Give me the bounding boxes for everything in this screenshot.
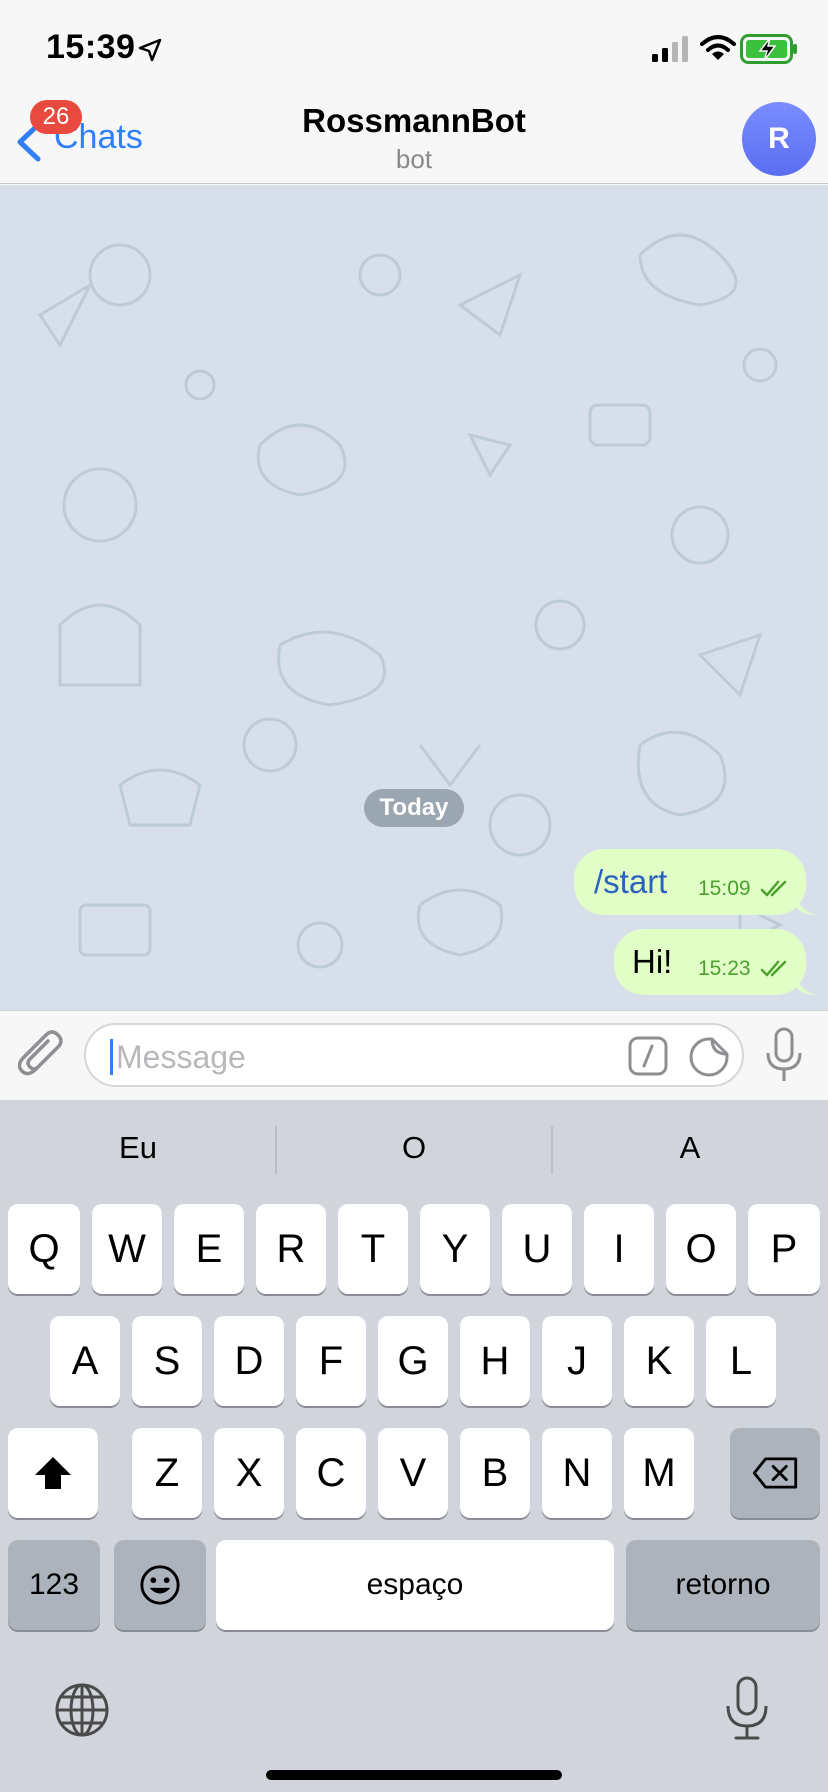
key-w[interactable]: W [92,1204,162,1294]
globe-keyboard-switch-icon[interactable] [54,1682,110,1738]
voice-record-microphone-icon[interactable] [764,1027,804,1083]
key-x[interactable]: X [214,1428,284,1518]
key-h[interactable]: H [460,1316,530,1406]
key-o[interactable]: O [666,1204,736,1294]
status-bar: 15:39 [0,0,828,92]
outgoing-message[interactable]: Hi! 15:23 [614,929,806,995]
return-key[interactable]: retorno [626,1540,820,1630]
predictive-suggestions-bar: Eu O A [0,1100,828,1200]
sticker-icon[interactable] [688,1036,730,1078]
message-list[interactable]: Today /start 15:09 Hi! 15:23 [0,185,828,1010]
home-indicator[interactable] [266,1770,562,1780]
suggestion-2[interactable]: O [276,1130,552,1166]
key-n[interactable]: N [542,1428,612,1518]
key-z[interactable]: Z [132,1428,202,1518]
key-r[interactable]: R [256,1204,326,1294]
attachment-paperclip-icon[interactable] [18,1029,66,1081]
key-d[interactable]: D [214,1316,284,1406]
suggestion-1[interactable]: Eu [0,1130,276,1166]
backspace-icon [752,1457,798,1489]
battery-charging-icon [740,34,797,64]
key-b[interactable]: B [460,1428,530,1518]
emoji-smiley-icon [140,1565,180,1605]
read-checkmarks-icon [760,880,787,897]
key-i[interactable]: I [584,1204,654,1294]
key-k[interactable]: K [624,1316,694,1406]
status-time: 15:39 [46,28,136,66]
cellular-signal-icon [652,36,688,62]
chat-title[interactable]: RossmannBot [0,102,828,140]
key-v[interactable]: V [378,1428,448,1518]
shift-key[interactable] [8,1428,98,1518]
chat-subtitle: bot [395,144,433,174]
message-time: 15:23 [698,957,751,980]
emoji-key[interactable] [114,1540,206,1630]
suggestion-3[interactable]: A [552,1130,828,1166]
numbers-key[interactable]: 123 [8,1540,100,1630]
outgoing-message[interactable]: /start 15:09 [574,849,806,915]
key-q[interactable]: Q [8,1204,80,1294]
key-t[interactable]: T [338,1204,408,1294]
message-composer: Message [0,1010,828,1100]
message-text[interactable]: /start [594,863,667,901]
chat-header: Chats 26 RossmannBot bot R [0,92,828,184]
key-a[interactable]: A [50,1316,120,1406]
key-u[interactable]: U [502,1204,572,1294]
space-key[interactable]: espaço [216,1540,614,1630]
bubble-tail [796,975,816,995]
avatar[interactable]: R [742,102,816,176]
key-s[interactable]: S [132,1316,202,1406]
message-time: 15:09 [698,877,751,900]
key-e[interactable]: E [174,1204,244,1294]
location-arrow-icon [138,38,162,62]
shift-arrow-icon [35,1457,71,1489]
bot-commands-icon[interactable] [628,1036,668,1076]
key-c[interactable]: C [296,1428,366,1518]
onscreen-keyboard: Eu O A Q W E R T Y U I O P A S D F G H J… [0,1100,828,1792]
backspace-key[interactable] [730,1428,820,1518]
key-j[interactable]: J [542,1316,612,1406]
wifi-icon [700,35,736,60]
dictation-microphone-icon[interactable] [724,1676,770,1740]
key-g[interactable]: G [378,1316,448,1406]
key-y[interactable]: Y [420,1204,490,1294]
text-cursor [110,1039,113,1075]
message-input[interactable]: Message [84,1023,744,1087]
key-l[interactable]: L [706,1316,776,1406]
message-text[interactable]: Hi! [632,943,672,981]
message-placeholder: Message [116,1039,246,1075]
bubble-tail [796,895,816,915]
key-m[interactable]: M [624,1428,694,1518]
date-separator: Today [364,789,464,827]
key-p[interactable]: P [748,1204,820,1294]
key-f[interactable]: F [296,1316,366,1406]
read-checkmarks-icon [760,960,787,977]
